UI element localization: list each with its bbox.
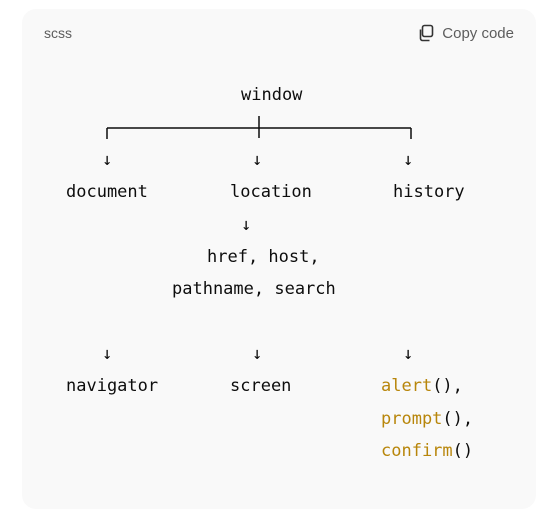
arrow-to-history: ↓	[403, 150, 414, 170]
dialog-confirm-suffix: ()	[452, 441, 474, 461]
page: scss Copy code window ↓ ↓ ↓ document loc…	[0, 0, 552, 509]
arrow-to-screen: ↓	[252, 344, 263, 364]
dialog-confirm-name: confirm	[381, 441, 453, 461]
dialog-confirm: confirm()	[381, 441, 473, 461]
location-props-line1: href, host,	[207, 247, 320, 267]
code-content: window ↓ ↓ ↓ document location history ↓…	[22, 9, 536, 509]
arrow-to-dialogs: ↓	[403, 344, 414, 364]
dialog-prompt-name: prompt	[381, 409, 443, 429]
dialog-alert-suffix: (),	[432, 376, 463, 396]
node-window: window	[241, 85, 303, 105]
location-props-line2: pathname, search	[172, 279, 336, 299]
arrow-to-document: ↓	[102, 150, 113, 170]
dialog-alert: alert(),	[381, 376, 463, 396]
arrow-to-navigator: ↓	[102, 344, 113, 364]
dialog-prompt: prompt(),	[381, 409, 473, 429]
arrow-to-location: ↓	[252, 150, 263, 170]
node-location: location	[230, 182, 312, 202]
dialog-alert-name: alert	[381, 376, 433, 396]
node-screen: screen	[230, 376, 292, 396]
dialog-prompt-suffix: (),	[442, 409, 474, 429]
code-block: scss Copy code window ↓ ↓ ↓ document loc…	[22, 9, 536, 509]
node-document: document	[66, 182, 148, 202]
node-navigator: navigator	[66, 376, 159, 396]
arrow-to-location-props: ↓	[241, 215, 252, 235]
node-history: history	[393, 182, 465, 202]
